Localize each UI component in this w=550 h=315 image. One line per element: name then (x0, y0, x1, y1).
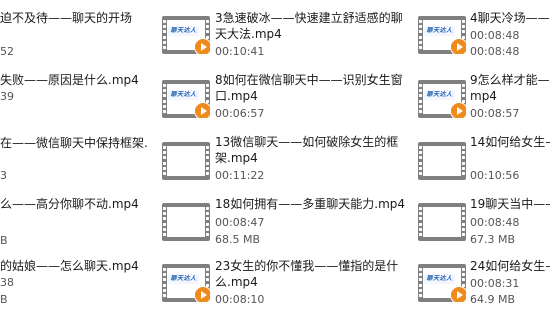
video-thumbnail-icon (162, 203, 210, 241)
video-thumbnail-icon: 聊天达人 (418, 80, 466, 118)
file-name: 的姑娘——怎么聊天.mp4 (0, 259, 139, 273)
play-icon (450, 38, 466, 54)
thumbnail-logo: 聊天达人 (424, 274, 455, 284)
video-thumbnail-icon: 聊天达人 (418, 264, 466, 302)
file-size: B (0, 293, 8, 306)
file-duration: 00:08:47 (215, 216, 265, 229)
thumbnail-logo: 聊天达人 (168, 90, 199, 100)
file-duration: 00:08:31 (470, 277, 520, 290)
play-icon (450, 286, 466, 302)
file-duration: 00:08:48 (470, 45, 520, 58)
file-duration: 00:08:48 (470, 29, 520, 42)
file-name: 13微信聊天——如何破除女生的框 (215, 135, 399, 149)
file-name: 8如何在微信聊天中——识别女生窗 (215, 73, 403, 87)
file-name-line2: mp4 (470, 89, 497, 103)
file-name: 迫不及待——聊天的开场 (0, 11, 133, 25)
play-icon (194, 102, 210, 118)
thumbnail-logo: 聊天达人 (168, 274, 199, 284)
file-duration: 00:10:56 (470, 169, 520, 182)
file-duration: 00:10:41 (215, 45, 265, 58)
file-duration: 00:11:22 (215, 169, 265, 182)
file-name-line2: 口.mp4 (215, 89, 258, 103)
file-duration: 3 (0, 169, 7, 182)
file-duration: 38 (0, 276, 14, 289)
file-size: B (0, 234, 8, 247)
file-name: 在——微信聊天中保持框架. (0, 136, 148, 150)
file-name-line2: 架.mp4 (215, 151, 258, 165)
file-name: 4聊天冷场——从 (470, 11, 550, 25)
video-thumbnail-icon (162, 142, 210, 180)
thumbnail-logo: 聊天达人 (168, 26, 199, 36)
file-size: 67.3 MB (470, 233, 516, 246)
file-name-line2: 么.mp4 (215, 275, 258, 289)
file-name: 14如何给女生— (470, 135, 550, 149)
file-name-line2: 天大法.mp4 (215, 27, 282, 41)
file-name: 18如何拥有——多重聊天能力.mp4 (215, 197, 406, 211)
file-name: 9怎么样才能— (470, 73, 550, 87)
file-duration: 00:06:57 (215, 107, 265, 120)
file-name: 失败——原因是什么.mp4 (0, 73, 139, 87)
video-thumbnail-icon (418, 142, 466, 180)
file-name: 3急速破冰——快速建立舒适感的聊 (215, 11, 403, 25)
file-name: 23女生的你不懂我——懂指的是什 (215, 259, 399, 273)
thumbnail-logo: 聊天达人 (424, 90, 455, 100)
video-thumbnail-icon: 聊天达人 (162, 80, 210, 118)
file-name: 么——高分你聊不动.mp4 (0, 197, 139, 211)
video-thumbnail-icon: 聊天达人 (418, 16, 466, 54)
play-icon (194, 286, 210, 302)
file-duration: 00:08:10 (215, 293, 265, 306)
play-icon (194, 38, 210, 54)
video-thumbnail-icon: 聊天达人 (162, 16, 210, 54)
video-thumbnail-icon (418, 203, 466, 241)
file-size: 68.5 MB (215, 233, 261, 246)
file-duration: 00:08:57 (470, 107, 520, 120)
video-thumbnail-icon: 聊天达人 (162, 264, 210, 302)
file-size: 64.9 MB (470, 293, 516, 306)
file-name: 24如何给女生— (470, 259, 550, 273)
file-duration: 00:08:48 (470, 216, 520, 229)
thumbnail-logo: 聊天达人 (424, 26, 455, 36)
play-icon (450, 102, 466, 118)
file-duration: 39 (0, 90, 14, 103)
file-name: 19聊天当中—— (470, 197, 550, 211)
file-duration: 52 (0, 45, 14, 58)
